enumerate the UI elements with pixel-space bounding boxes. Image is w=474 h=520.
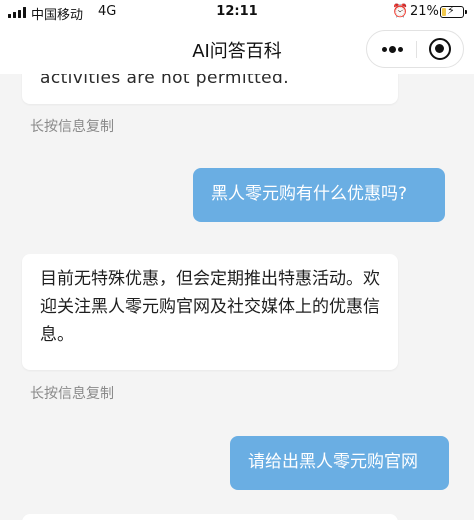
- chat-area[interactable]: activities are not permitted. 长按信息复制 黑人零…: [0, 74, 474, 520]
- alarm-icon: ⏰: [392, 4, 409, 19]
- copy-hint: 长按信息复制: [30, 119, 114, 135]
- ai-message-bubble-loading: [22, 514, 398, 520]
- nav-bar: AI问答百科: [0, 24, 474, 74]
- user-message-bubble[interactable]: 黑人零元购有什么优惠吗?: [193, 168, 445, 222]
- more-dots-icon: [382, 46, 404, 53]
- battery-icon: ⚡: [440, 4, 467, 18]
- ai-message-bubble[interactable]: 目前无特殊优惠，但会定期推出特惠活动。欢迎关注黑人零元购官网及社交媒体上的优惠信…: [22, 254, 398, 370]
- copy-hint: 长按信息复制: [30, 386, 114, 402]
- user-message-bubble[interactable]: 请给出黑人零元购官网: [230, 436, 449, 490]
- mini-program-capsule: [366, 30, 464, 68]
- user-message-text: 请给出黑人零元购官网: [248, 452, 418, 472]
- charging-bolt-icon: ⚡: [447, 4, 455, 17]
- status-bar: 中国移动 4G 12:11 ⏰ 21% ⚡: [0, 0, 474, 24]
- user-message-text: 黑人零元购有什么优惠吗?: [211, 184, 408, 204]
- battery-level-fill: [442, 8, 446, 16]
- ai-message-text: activities are not permitted.: [40, 74, 289, 88]
- ai-message-bubble[interactable]: activities are not permitted.: [22, 74, 398, 104]
- ai-message-text: 目前无特殊优惠，但会定期推出特惠活动。欢迎关注黑人零元购官网及社交媒体上的优惠信…: [40, 269, 380, 345]
- close-mini-program-button[interactable]: [417, 31, 464, 67]
- target-close-icon: [429, 38, 451, 60]
- battery-percentage: 21%: [410, 4, 439, 19]
- more-button[interactable]: [367, 31, 416, 67]
